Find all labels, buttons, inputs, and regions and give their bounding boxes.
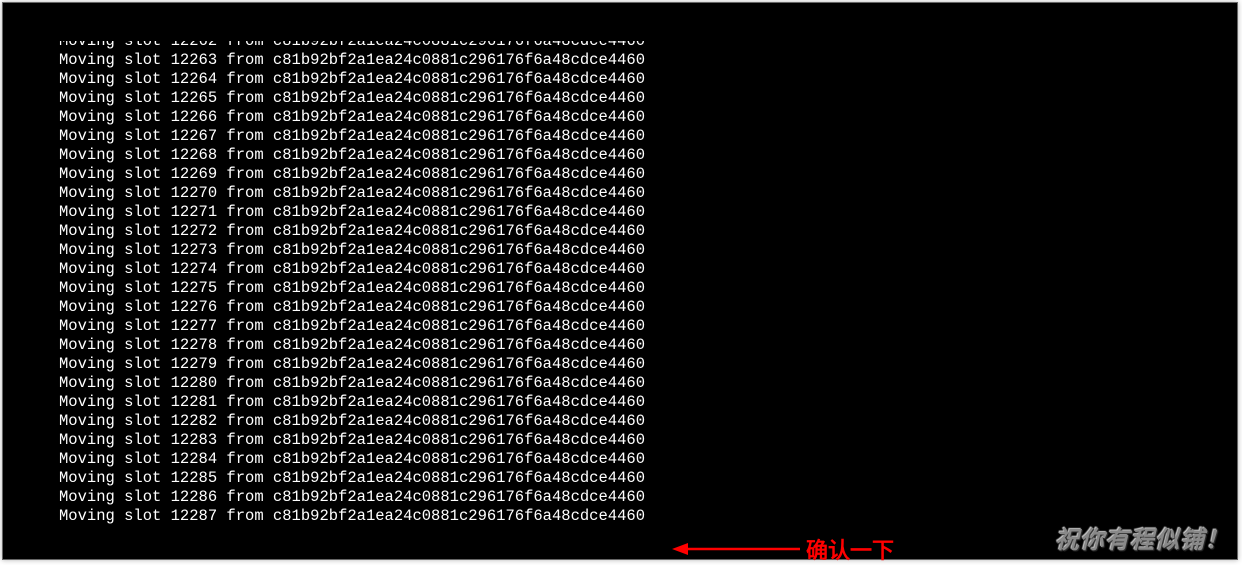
- slot-line: Moving slot 12264 from c81b92bf2a1ea24c0…: [23, 70, 1237, 89]
- slot-line: Moving slot 12274 from c81b92bf2a1ea24c0…: [23, 260, 1237, 279]
- slot-line: Moving slot 12278 from c81b92bf2a1ea24c0…: [23, 336, 1237, 355]
- slot-line: Moving slot 12269 from c81b92bf2a1ea24c0…: [23, 165, 1237, 184]
- slot-line: Moving slot 12277 from c81b92bf2a1ea24c0…: [23, 317, 1237, 336]
- slot-line: Moving slot 12279 from c81b92bf2a1ea24c0…: [23, 355, 1237, 374]
- slot-line: Moving slot 12268 from c81b92bf2a1ea24c0…: [23, 146, 1237, 165]
- slot-line: Moving slot 12280 from c81b92bf2a1ea24c0…: [23, 374, 1237, 393]
- slot-line: Moving slot 12285 from c81b92bf2a1ea24c0…: [23, 469, 1237, 488]
- slot-line: Moving slot 12267 from c81b92bf2a1ea24c0…: [23, 127, 1237, 146]
- slot-line: Moving slot 12263 from c81b92bf2a1ea24c0…: [23, 51, 1237, 70]
- arrow-icon: [672, 539, 802, 559]
- annotation-label: 确认一下: [806, 533, 894, 565]
- slot-line: Moving slot 12272 from c81b92bf2a1ea24c0…: [23, 222, 1237, 241]
- annotation-arrow: 确认一下: [672, 533, 894, 565]
- slot-line: Moving slot 12275 from c81b92bf2a1ea24c0…: [23, 279, 1237, 298]
- terminal-output: Moving slot 12262 from c81b92bf2a1ea24c0…: [3, 3, 1237, 560]
- slot-line: Moving slot 12271 from c81b92bf2a1ea24c0…: [23, 203, 1237, 222]
- slot-line: Moving slot 12262 from c81b92bf2a1ea24c0…: [23, 41, 1237, 51]
- terminal-window[interactable]: Moving slot 12262 from c81b92bf2a1ea24c0…: [2, 2, 1238, 560]
- slot-line: Moving slot 12283 from c81b92bf2a1ea24c0…: [23, 431, 1237, 450]
- watermark-text: 祝你有程似铺！: [1055, 520, 1230, 555]
- slot-line: Moving slot 12281 from c81b92bf2a1ea24c0…: [23, 393, 1237, 412]
- slot-line: Moving slot 12270 from c81b92bf2a1ea24c0…: [23, 184, 1237, 203]
- slot-line: Moving slot 12286 from c81b92bf2a1ea24c0…: [23, 488, 1237, 507]
- slot-line: Moving slot 12266 from c81b92bf2a1ea24c0…: [23, 108, 1237, 127]
- slot-line: Moving slot 12284 from c81b92bf2a1ea24c0…: [23, 450, 1237, 469]
- slot-line: Moving slot 12273 from c81b92bf2a1ea24c0…: [23, 241, 1237, 260]
- slot-line: Moving slot 12265 from c81b92bf2a1ea24c0…: [23, 89, 1237, 108]
- slot-line: Moving slot 12282 from c81b92bf2a1ea24c0…: [23, 412, 1237, 431]
- slot-line: Moving slot 12276 from c81b92bf2a1ea24c0…: [23, 298, 1237, 317]
